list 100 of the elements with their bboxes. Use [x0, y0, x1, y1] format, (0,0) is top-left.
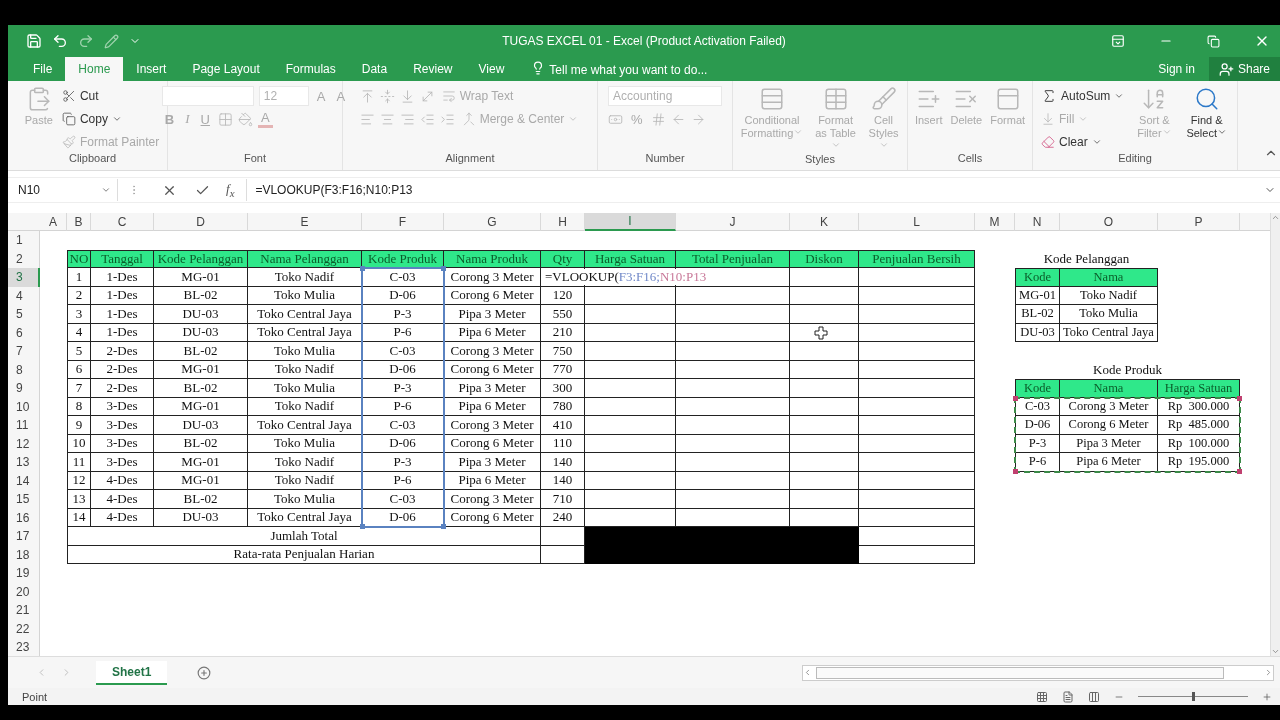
orientation-icon — [419, 88, 435, 104]
ribbon-button[interactable]: Cut — [59, 89, 101, 104]
column-heading: Harga Satuan — [1158, 379, 1240, 398]
column-heading: Kode Pelanggan — [154, 249, 248, 268]
ribbon-tab[interactable]: Data — [348, 57, 401, 82]
table-cell: BL-02 — [154, 342, 248, 361]
table-title: Kode Pelanggan — [1043, 250, 1130, 267]
ribbon-button[interactable]: AutoSum — [1039, 88, 1127, 105]
table-cell: 2-Des — [91, 379, 154, 398]
table-cell: BL-02 — [154, 379, 248, 398]
table-icon — [822, 86, 849, 113]
eraser-icon — [1041, 135, 1055, 150]
normal-view-icon[interactable] — [1036, 690, 1048, 703]
tell-me-field[interactable]: Tell me what you want to do... — [549, 59, 735, 82]
column-heading: Harga Satuan — [585, 249, 676, 268]
group-label: Number — [645, 152, 685, 167]
sigma-icon — [1041, 88, 1057, 105]
fill-color-icon — [237, 111, 253, 127]
table-cell: 750 — [541, 342, 585, 361]
table-cell: Jumlah Total — [67, 527, 541, 546]
redo-icon[interactable] — [78, 33, 94, 50]
ribbon-tab[interactable]: Page Layout — [179, 57, 273, 82]
page-break-icon[interactable] — [1088, 690, 1100, 703]
ribbon-button[interactable]: Find & Select — [1182, 86, 1231, 141]
table-cell: Pipa 3 Meter — [444, 453, 541, 472]
share-button[interactable]: Share — [1208, 57, 1280, 82]
ribbon-tab[interactable]: Review — [400, 57, 466, 82]
table-cell — [790, 416, 859, 435]
column-heading: Penjualan Bersih — [859, 249, 975, 268]
row-header[interactable]: 3 — [8, 268, 40, 287]
table-cell — [790, 379, 859, 398]
outdent-icon — [419, 111, 435, 127]
ribbon-button[interactable]: Copy — [59, 112, 124, 127]
group-label: Font — [244, 152, 266, 167]
table-cell: 3 — [67, 305, 91, 324]
undo-icon[interactable] — [52, 33, 68, 50]
column-heading: Qty — [541, 249, 585, 268]
name-box[interactable]: N10 — [8, 179, 118, 202]
zoom-in-icon[interactable] — [1262, 691, 1272, 702]
column-heading: NO — [67, 249, 91, 268]
table-cell: 550 — [541, 305, 585, 324]
table-cell — [790, 305, 859, 324]
table-cell: BL-02 — [1015, 305, 1060, 324]
scroll-down-icon[interactable] — [1271, 647, 1280, 656]
column-header[interactable]: I — [585, 213, 676, 231]
scroll-up-icon[interactable] — [1271, 213, 1280, 222]
vertical-scrollbar[interactable] — [1270, 213, 1280, 656]
table-cell: D-06 — [1015, 416, 1060, 435]
horizontal-scrollbar[interactable] — [802, 664, 1274, 681]
table-cell — [790, 268, 859, 287]
scroll-right-icon[interactable] — [1264, 668, 1273, 677]
align-right-icon — [399, 111, 415, 127]
table-cell: 3-Des — [91, 453, 154, 472]
restore-icon[interactable] — [1207, 34, 1220, 48]
column-heading: Total Penjualan — [676, 249, 790, 268]
ribbon-tab[interactable]: View — [465, 57, 518, 82]
table-cell: MG-01 — [154, 268, 248, 287]
ribbon-tab[interactable]: Insert — [123, 57, 180, 82]
table-cell: 4-Des — [91, 490, 154, 509]
sheet-tab[interactable]: Sheet1 — [96, 660, 168, 685]
table-cell: 1-Des — [91, 305, 154, 324]
table-cell: 2-Des — [91, 342, 154, 361]
table-cell: MG-01 — [154, 453, 248, 472]
column-heading: Nama — [1060, 379, 1158, 398]
column-heading: Kode — [1015, 268, 1060, 287]
table-cell: Pipa 3 Meter — [444, 305, 541, 324]
scroll-left-icon[interactable] — [803, 668, 812, 677]
table-cell — [790, 453, 859, 472]
sign-in-link[interactable]: Sign in — [1158, 57, 1195, 82]
insert-function-button[interactable]: f$_{x}$ — [226, 181, 235, 199]
add-sheet-icon[interactable] — [197, 665, 212, 680]
borders-icon — [217, 111, 233, 127]
ribbon-display-icon[interactable] — [1111, 34, 1125, 49]
group-label: Alignment — [445, 152, 495, 167]
table-cell: 410 — [541, 416, 585, 435]
table-cell — [541, 527, 585, 546]
table-cell: 11 — [67, 453, 91, 472]
paintbrush-icon — [61, 135, 76, 150]
ribbon-tab[interactable]: Formulas — [272, 57, 349, 82]
table-cell: 13 — [67, 490, 91, 509]
wrap-text-icon — [441, 89, 456, 104]
column-heading: Tanggal — [91, 249, 154, 268]
group-label: Cells — [957, 152, 983, 167]
table-cell: 3-Des — [91, 416, 154, 435]
table-cell: 710 — [541, 490, 585, 509]
table-cell — [790, 342, 859, 361]
page-layout-icon[interactable] — [1062, 690, 1074, 703]
group-label: Editing — [1118, 152, 1152, 167]
table-cell: Corong 6 Meter — [1060, 416, 1158, 435]
formula-field[interactable]: =VLOOKUP(F3:F16;N10:P13 — [246, 179, 1260, 202]
save-icon[interactable] — [26, 33, 42, 50]
ribbon-tab[interactable]: File — [20, 57, 66, 82]
status-text: Point — [22, 690, 48, 703]
column-heading: Diskon — [790, 249, 859, 268]
rows-icon — [759, 86, 785, 113]
ribbon-button[interactable]: Clear — [1039, 135, 1104, 150]
table-cell: Pipa 6 Meter — [1060, 453, 1158, 472]
table-cell: Corong 3 Meter — [444, 416, 541, 435]
cursor-icon — [814, 325, 828, 340]
table-cell: Rp 485.000 — [1158, 416, 1240, 435]
